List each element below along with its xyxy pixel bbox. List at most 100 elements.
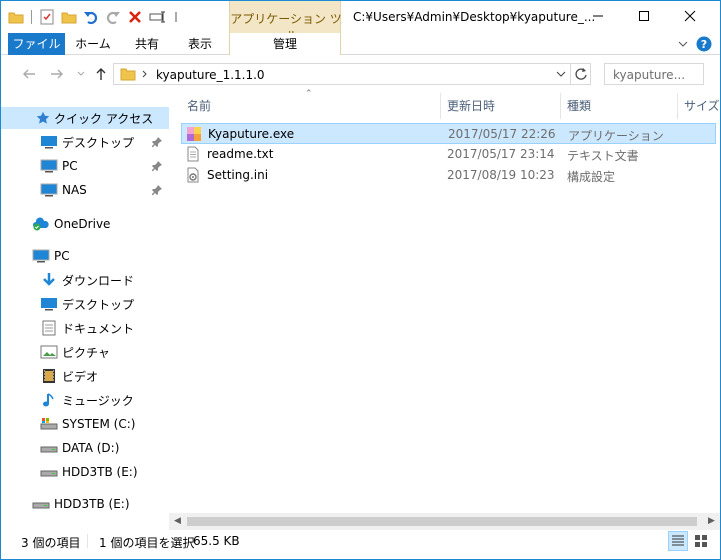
address-row: kyaputure_1.1.1.0 kyaputure... <box>1 59 720 89</box>
tab-view[interactable]: 表示 <box>176 33 224 55</box>
properties-icon[interactable] <box>38 8 56 26</box>
column-divider[interactable] <box>677 93 678 119</box>
tab-file[interactable]: ファイル <box>8 33 65 55</box>
large-icons-view-icon <box>695 535 707 547</box>
file-name: readme.txt <box>207 147 274 161</box>
sidebar-item-downloads[interactable]: ダウンロード <box>1 269 169 291</box>
back-button[interactable] <box>19 64 39 84</box>
sidebar-item-desktop-pinned[interactable]: デスクトップ <box>1 131 169 153</box>
details-view-icon <box>672 535 684 546</box>
tab-share[interactable]: 共有 <box>123 33 171 55</box>
star-icon <box>34 110 52 126</box>
help-button[interactable]: ? <box>695 35 713 53</box>
new-folder-icon[interactable] <box>60 8 78 26</box>
arrow-left-icon <box>23 69 35 79</box>
sidebar-item-quick-access[interactable]: クイック アクセス <box>1 107 169 129</box>
sidebar-item-label: SYSTEM (C:) <box>62 417 136 431</box>
pin-icon <box>151 184 163 196</box>
tab-home[interactable]: ホーム <box>68 33 118 55</box>
svg-text:?: ? <box>701 38 707 51</box>
sidebar-item-label: ミュージック <box>62 393 134 408</box>
close-button[interactable] <box>667 1 713 31</box>
sidebar-item-nas-pinned[interactable]: NAS <box>1 179 169 201</box>
sidebar-item-pc[interactable]: PC <box>1 245 169 267</box>
redo-icon[interactable] <box>104 8 122 26</box>
onedrive-icon <box>32 216 50 232</box>
desktop-icon <box>40 134 58 150</box>
scroll-right-icon[interactable]: ▶ <box>703 513 720 530</box>
download-icon <box>40 272 58 288</box>
column-divider[interactable] <box>440 93 441 119</box>
sidebar-item-data-drive[interactable]: DATA (D:) <box>1 437 169 459</box>
column-divider[interactable] <box>560 93 561 119</box>
file-row[interactable]: Kyaputure.exe 2017/05/17 22:26 アプリケーション <box>181 123 716 144</box>
sidebar-item-label: ピクチャ <box>62 345 110 360</box>
sidebar-item-videos[interactable]: ビデオ <box>1 365 169 387</box>
pc-icon <box>40 182 58 198</box>
up-button[interactable] <box>91 64 111 84</box>
sidebar-item-label: NAS <box>62 183 87 197</box>
sidebar-item-documents[interactable]: ドキュメント <box>1 317 169 339</box>
toolbar-divider <box>31 10 32 24</box>
settings-file-icon <box>185 167 201 183</box>
sidebar-item-hdd-drive-root[interactable]: HDD3TB (E:) <box>1 493 169 515</box>
file-row[interactable]: Setting.ini 2017/08/19 10:23 構成設定 <box>181 165 716 186</box>
text-file-icon <box>185 146 201 162</box>
exe-icon <box>186 126 202 142</box>
sidebar-item-desktop[interactable]: デスクトップ <box>1 293 169 315</box>
file-row[interactable]: readme.txt 2017/05/17 23:14 テキスト文書 <box>181 144 716 165</box>
refresh-icon[interactable] <box>574 67 588 81</box>
horizontal-scrollbar[interactable]: ◀ ▶ <box>169 513 720 530</box>
large-icons-view-button[interactable] <box>691 531 711 551</box>
delete-icon[interactable] <box>126 8 144 26</box>
sidebar-item-pc-pinned[interactable]: PC <box>1 155 169 177</box>
close-icon <box>684 10 696 22</box>
sidebar-item-onedrive[interactable]: OneDrive <box>1 213 169 235</box>
address-path[interactable]: kyaputure_1.1.1.0 <box>156 68 265 82</box>
system-drive-icon <box>40 416 58 432</box>
expand-ribbon-button[interactable] <box>674 35 692 53</box>
navigation-pane: クイック アクセス デスクトップ PC NAS OneDrive PC ダウンロ… <box>1 93 169 529</box>
music-icon <box>40 392 58 408</box>
file-type: 構成設定 <box>567 170 616 184</box>
sidebar-item-label: デスクトップ <box>62 297 135 312</box>
file-date: 2017/05/17 22:26 <box>448 127 556 141</box>
chevron-down-icon[interactable] <box>556 71 566 77</box>
folder-icon[interactable] <box>7 8 25 26</box>
scrollbar-thumb[interactable] <box>187 517 697 526</box>
scroll-left-icon[interactable]: ◀ <box>169 513 186 530</box>
sidebar-item-music[interactable]: ミュージック <box>1 389 169 411</box>
ribbon-tabs: ファイル ホーム 共有 表示 管理 ? <box>1 33 720 55</box>
document-icon <box>40 320 58 336</box>
details-view-button[interactable] <box>668 531 688 551</box>
tab-manage[interactable]: 管理 <box>229 33 341 55</box>
minimize-button[interactable] <box>575 1 621 31</box>
chevron-down-icon <box>77 71 85 76</box>
sidebar-item-system-drive[interactable]: SYSTEM (C:) <box>1 413 169 435</box>
column-header-name[interactable]: 名前 <box>187 95 211 117</box>
sidebar-item-label: PC <box>54 249 70 263</box>
status-selection: 1 個の項目を選択 <box>99 536 195 550</box>
address-bar[interactable]: kyaputure_1.1.1.0 <box>113 63 591 85</box>
rename-icon[interactable] <box>148 8 166 26</box>
search-input[interactable]: kyaputure... <box>604 63 704 85</box>
sidebar-item-label: PC <box>62 159 78 173</box>
customize-toolbar-icon[interactable] <box>170 8 188 26</box>
file-date: 2017/08/19 10:23 <box>447 168 555 182</box>
column-header-size[interactable]: サイズ <box>684 95 720 117</box>
drive-icon <box>32 496 50 512</box>
explorer-window: アプリケーション ツール C:¥Users¥Admin¥Desktop¥kyap… <box>0 0 721 560</box>
undo-icon[interactable] <box>82 8 100 26</box>
sidebar-item-pictures[interactable]: ピクチャ <box>1 341 169 363</box>
quick-access-toolbar <box>7 7 188 27</box>
forward-button[interactable] <box>47 64 67 84</box>
arrow-right-icon <box>51 69 63 79</box>
column-header-date[interactable]: 更新日時 <box>447 95 495 117</box>
sidebar-item-hdd-drive[interactable]: HDD3TB (E:) <box>1 461 169 483</box>
chevron-right-icon <box>142 70 147 78</box>
recent-locations-button[interactable] <box>71 64 91 84</box>
status-size: 65.5 KB <box>193 534 240 548</box>
folder-icon <box>120 68 136 81</box>
maximize-button[interactable] <box>621 1 667 31</box>
column-header-type[interactable]: 種類 <box>567 95 591 117</box>
